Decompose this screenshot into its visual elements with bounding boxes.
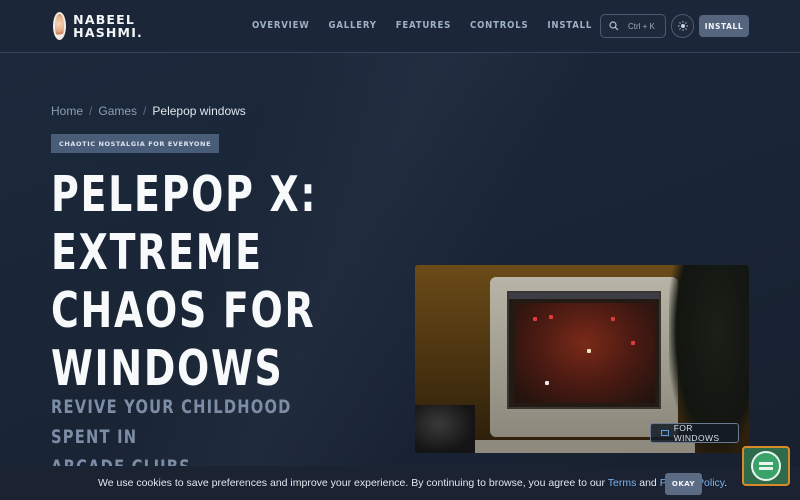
platform-label: FOR WINDOWS [673, 423, 720, 443]
speaker-shape [415, 405, 475, 453]
breadcrumb-games[interactable]: Games [98, 104, 137, 118]
avatar [53, 12, 67, 40]
install-button[interactable]: INSTALL [699, 15, 749, 37]
nav-controls[interactable]: CONTROLS [470, 20, 528, 31]
nav-install[interactable]: INSTALL [547, 20, 592, 31]
brand-logo[interactable]: NABEEL HASHMI. [53, 11, 143, 41]
page-title: PELEPOP X: EXTREME CHAOS FOR WINDOWS [51, 166, 335, 398]
cookie-text: We use cookies to save preferences and i… [98, 477, 727, 489]
enemy-sprite [533, 317, 537, 321]
terms-link[interactable]: Terms [608, 477, 637, 489]
game-screen [507, 291, 661, 409]
nav-features[interactable]: FEATURES [396, 20, 451, 31]
enemy-sprite [611, 317, 615, 321]
title-line-3: CHAOS FOR [51, 282, 316, 339]
player-sprite [587, 349, 591, 353]
search-icon [609, 21, 619, 31]
brand-name: NABEEL HASHMI. [73, 13, 143, 39]
breadcrumb-separator: / [143, 104, 147, 118]
chat-widget-button[interactable] [742, 446, 790, 486]
search-shortcut: Ctrl + K [628, 21, 655, 31]
breadcrumb-home[interactable]: Home [51, 104, 83, 118]
enemy-sprite [549, 315, 553, 319]
breadcrumb: Home / Games / Pelepop windows [51, 104, 246, 118]
enemy-sprite [631, 341, 635, 345]
sun-icon [677, 21, 688, 31]
cookie-message: We use cookies to save preferences and i… [98, 477, 608, 489]
okay-button[interactable]: OKAY [665, 473, 702, 495]
monitor-icon [661, 430, 669, 436]
hero-tag: CHAOTIC NOSTALGIA FOR EVERYONE [51, 134, 220, 153]
brand-line-2: HASHMI. [73, 25, 143, 40]
theme-toggle-button[interactable] [671, 14, 694, 38]
chat-icon [751, 451, 781, 481]
breadcrumb-separator: / [89, 104, 93, 118]
breadcrumb-current: Pelepop windows [152, 104, 246, 118]
cookie-end: . [724, 477, 728, 489]
game-scene [515, 303, 655, 403]
platform-badge: FOR WINDOWS [650, 423, 739, 443]
cookie-and: and [636, 477, 660, 489]
title-line-4: WINDOWS [51, 340, 284, 397]
search-button[interactable]: Ctrl + K [600, 14, 666, 38]
title-line-2: EXTREME [51, 224, 263, 281]
nav-gallery[interactable]: GALLERY [329, 20, 377, 31]
item-sprite [545, 381, 549, 385]
site-header: NABEEL HASHMI. OVERVIEW GALLERY FEATURES… [0, 0, 800, 53]
subtitle-line-1: REVIVE YOUR CHILDHOOD SPENT IN [51, 396, 292, 448]
nav-overview[interactable]: OVERVIEW [252, 20, 310, 31]
window-titlebar [509, 293, 659, 299]
cookie-banner: We use cookies to save preferences and i… [0, 466, 800, 500]
main-nav: OVERVIEW GALLERY FEATURES CONTROLS INSTA… [252, 20, 611, 31]
title-line-1: PELEPOP X: [51, 166, 318, 223]
